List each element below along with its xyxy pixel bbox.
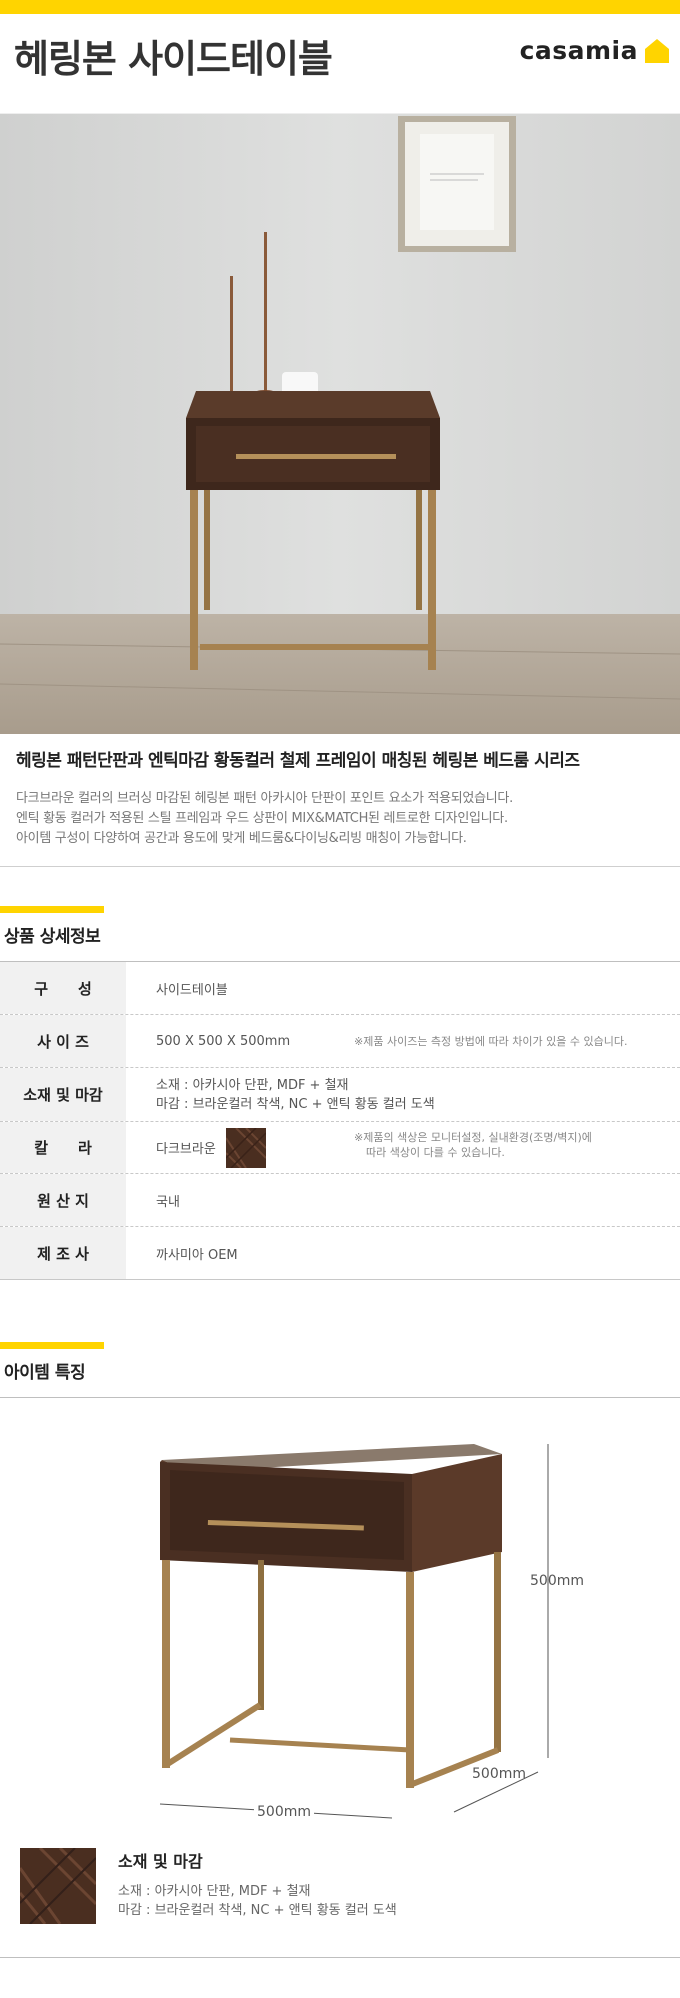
intro-line: 다크브라운 컬러의 브러싱 마감된 헤링본 패턴 아카시아 단판이 포인트 요소…: [16, 791, 513, 806]
intro-line: 엔틱 황동 컬러가 적용된 스틸 프레임과 우드 상판이 MIX&MATCH된 …: [16, 811, 508, 826]
spec-label: 제 조 사: [0, 1227, 126, 1279]
bottom-divider: [0, 1957, 680, 1958]
material-line: 소재 : 아카시아 단판, MDF + 철재: [118, 1884, 311, 1899]
spec-value-wrap: 500 X 500 X 500mm ※제품 사이즈는 측정 방법에 따라 차이가…: [126, 1015, 680, 1067]
spec-value: 소재 : 아카시아 단판, MDF + 철재: [156, 1077, 349, 1093]
spec-label: 소재 및 마감: [0, 1068, 126, 1121]
section-accent-bar: [0, 906, 104, 913]
spec-label: 칼 라: [0, 1122, 126, 1173]
spec-row-origin: 원 산 지 국내: [0, 1174, 680, 1227]
hero-product-photo: [0, 114, 680, 734]
color-swatch: [224, 1126, 267, 1169]
page-title: 헤링본 사이드테이블: [14, 37, 333, 81]
spec-label: 구 성: [0, 962, 126, 1014]
table-dimension-image: [159, 1444, 549, 1819]
spec-value: 다크브라운: [156, 1142, 216, 1157]
spec-note: 따라 색상이 다를 수 있습니다.: [366, 1146, 505, 1159]
top-accent-bar: [0, 0, 680, 14]
height-dimension-label: 500mm: [530, 1573, 584, 1589]
spec-label: 원 산 지: [0, 1174, 126, 1226]
spec-value: 500 X 500 X 500mm: [156, 1033, 291, 1049]
intro-section: 헤링본 패턴단판과 엔틱마감 황동컬러 철제 프레임이 매칭된 헤링본 베드룸 …: [16, 746, 666, 849]
intro-headline: 헤링본 패턴단판과 엔틱마감 황동컬러 철제 프레임이 매칭된 헤링본 베드룸 …: [16, 751, 580, 771]
feature-dimension-drawing: 500mm 500mm 500mm: [0, 1400, 680, 1870]
page-header: 헤링본 사이드테이블 casamia: [0, 14, 680, 114]
spec-table: 구 성 사이드테이블 사 이 즈 500 X 500 X 500mm ※제품 사…: [0, 962, 680, 1280]
spec-value: 국내: [156, 1194, 180, 1210]
spec-note: ※제품 사이즈는 측정 방법에 따라 차이가 있을 수 있습니다.: [354, 1034, 628, 1048]
material-line: 마감 : 브라운컬러 착색, NC + 앤틱 황동 컬러 도색: [118, 1903, 397, 1918]
depth-dimension-label: 500mm: [472, 1766, 526, 1782]
section-divider: [0, 1397, 680, 1398]
section-accent-bar: [0, 1342, 104, 1349]
divider: [0, 866, 680, 867]
spec-value: 사이드테이블: [156, 982, 228, 998]
intro-line: 아이템 구성이 다양하여 공간과 용도에 맞게 베드룸&다이닝&리빙 매칭이 가…: [16, 831, 467, 846]
spec-label: 사 이 즈: [0, 1015, 126, 1067]
spec-row-size: 사 이 즈 500 X 500 X 500mm ※제품 사이즈는 측정 방법에 …: [0, 1015, 680, 1068]
spec-value-wrap: 소재 : 아카시아 단판, MDF + 철재 마감 : 브라운컬러 착색, NC…: [126, 1068, 680, 1121]
width-dimension-label: 500mm: [254, 1804, 314, 1820]
brand-logo[interactable]: casamia: [520, 36, 670, 65]
spec-note-group: ※제품의 색상은 모니터설정, 실내환경(조명/벽지)에 따라 색상이 다를 수…: [354, 1130, 592, 1160]
spec-row-color: 칼 라 다크브라운 ※제품의 색상은 모니터설정, 실내환경(조명/벽지)에 따…: [0, 1122, 680, 1174]
wood-texture-thumbnail: [18, 1846, 98, 1925]
spec-note: ※제품의 색상은 모니터설정, 실내환경(조명/벽지)에: [354, 1131, 592, 1144]
spec-value: 마감 : 브라운컬러 착색, NC + 앤틱 황동 컬러 도색: [156, 1096, 435, 1112]
spec-value: 까사미아 OEM: [156, 1247, 238, 1263]
spec-section-title: 상품 상세정보: [4, 927, 101, 947]
house-icon: [644, 38, 670, 64]
spec-value-wrap: 다크브라운 ※제품의 색상은 모니터설정, 실내환경(조명/벽지)에 따라 색상…: [126, 1122, 680, 1173]
spec-row-maker: 제 조 사 까사미아 OEM: [0, 1227, 680, 1280]
spec-row-composition: 구 성 사이드테이블: [0, 962, 680, 1015]
material-title: 소재 및 마감: [118, 1852, 203, 1871]
feature-section-title: 아이템 특징: [4, 1363, 86, 1383]
spec-row-material: 소재 및 마감 소재 : 아카시아 단판, MDF + 철재 마감 : 브라운컬…: [0, 1068, 680, 1122]
logo-text: casamia: [519, 36, 638, 65]
